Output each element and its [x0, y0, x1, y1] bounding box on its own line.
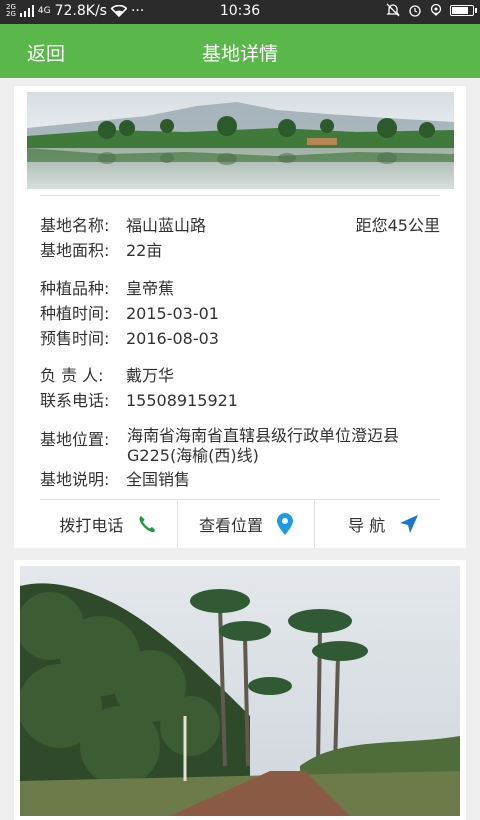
base-name-value: 福山蓝山路	[126, 216, 207, 235]
status-bar: 2G 2G 4G 72.8K/s ··· 10:36	[0, 0, 480, 24]
page-title: 基地详情	[201, 43, 278, 65]
mute-icon	[386, 3, 400, 17]
phone-icon	[139, 516, 156, 533]
battery-icon	[450, 4, 477, 16]
divider	[40, 195, 440, 196]
view-location-label: 查看位置	[199, 516, 264, 535]
lake-landscape-image	[27, 92, 454, 189]
base-detail-card: 基地名称: 福山蓝山路 距您45公里 基地面积: 22亩 种植品种: 皇帝蕉 种植时间…	[14, 86, 466, 548]
action-bar: 拨打电话 查看位置 导 航	[40, 500, 452, 548]
location-label: 基地位置:	[40, 430, 110, 449]
base-photo-card	[14, 560, 466, 820]
base-photo-palms[interactable]	[20, 566, 460, 816]
location-label-row: 基地位置:	[40, 426, 126, 450]
map-pin-icon	[277, 513, 294, 535]
variety-row: 种植品种: 皇帝蕉	[40, 275, 174, 299]
variety-label: 种植品种:	[40, 279, 110, 298]
base-area-row: 基地面积: 22亩	[40, 237, 162, 261]
navigate-button[interactable]: 导 航	[314, 500, 452, 548]
location-value: 海南省海南省直辖县级行政单位澄迈县G225(海榆(西)线)	[127, 426, 400, 465]
plant-time-value: 2015-03-01	[126, 304, 219, 323]
presale-row: 预售时间: 2016-08-03	[40, 325, 219, 349]
phone-value: 15508915921	[126, 391, 238, 410]
note-label: 基地说明:	[40, 470, 110, 489]
base-area-label: 基地面积:	[40, 241, 110, 260]
base-name-label: 基地名称:	[40, 216, 110, 235]
alarm-icon	[409, 5, 421, 17]
location-status-icon	[430, 3, 442, 16]
battery-fill	[452, 6, 469, 14]
phone-label: 联系电话:	[40, 391, 110, 410]
navigate-label: 导 航	[348, 516, 386, 535]
manager-label: 负 责 人:	[40, 366, 104, 385]
plant-time-label: 种植时间:	[40, 304, 110, 323]
status-right	[386, 3, 477, 17]
phone-row: 联系电话: 15508915921	[40, 387, 238, 411]
app-header: 返回 基地详情	[0, 24, 480, 78]
navigation-arrow-icon	[400, 515, 419, 533]
presale-value: 2016-08-03	[126, 329, 219, 348]
manager-value: 戴万华	[126, 366, 175, 385]
distance-text: 距您45公里	[355, 216, 440, 235]
plant-time-row: 种植时间: 2015-03-01	[40, 300, 219, 324]
base-area-value: 22亩	[126, 241, 163, 260]
call-button[interactable]: 拨打电话	[40, 500, 177, 548]
note-row: 基地说明: 全国销售	[40, 466, 190, 490]
palm-road-image	[20, 566, 460, 816]
variety-value: 皇帝蕉	[126, 279, 175, 298]
call-label: 拨打电话	[59, 516, 124, 535]
note-value: 全国销售	[126, 470, 191, 489]
view-location-button[interactable]: 查看位置	[176, 500, 315, 548]
base-name-row: 基地名称: 福山蓝山路	[40, 212, 206, 236]
manager-row: 负 责 人: 戴万华	[40, 362, 174, 386]
presale-label: 预售时间:	[40, 329, 110, 348]
base-photo-lake[interactable]	[27, 92, 454, 189]
